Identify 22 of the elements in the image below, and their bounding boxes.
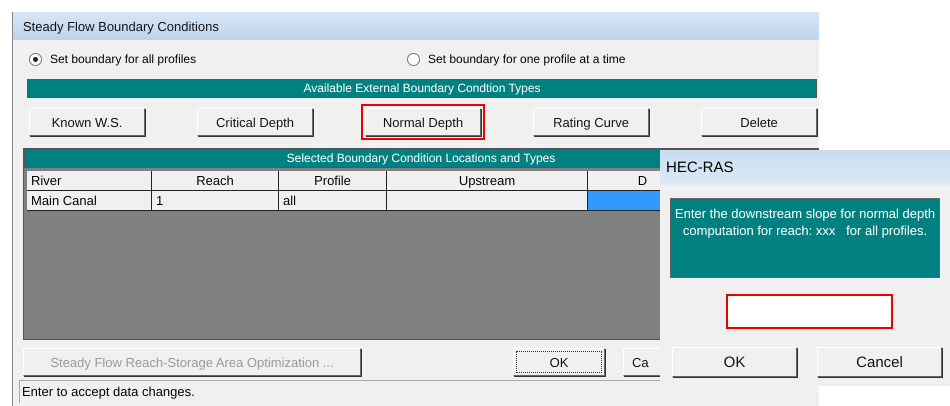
window-title: Steady Flow Boundary Conditions xyxy=(13,12,819,40)
table-cell[interactable]: Main Canal xyxy=(27,191,152,211)
table-cell[interactable] xyxy=(387,191,588,211)
dialog-cancel-button[interactable]: Cancel xyxy=(817,347,942,377)
radio-label: Set boundary for one profile at a time xyxy=(428,52,626,66)
radio-button[interactable] xyxy=(407,52,420,66)
dialog-title: HEC-RAS xyxy=(660,150,950,185)
ok-button[interactable]: OK xyxy=(513,348,605,376)
column-header: River xyxy=(27,171,152,191)
type-button[interactable]: Normal Depth xyxy=(361,104,485,140)
table-cell[interactable]: all xyxy=(279,191,387,211)
column-header: Profile xyxy=(279,171,387,191)
section-header: Available External Boundary Condtion Types xyxy=(27,79,817,98)
table-cell[interactable]: 1 xyxy=(152,191,279,211)
partial-button[interactable]: Ca xyxy=(623,348,663,376)
radio-label: Set boundary for all profiles xyxy=(50,52,196,66)
dialog-message: Enter the downstream slope for normal depth computation for reach: xxx for all profiles. xyxy=(670,198,940,278)
slope-input[interactable] xyxy=(726,294,893,329)
dialog-ok-button[interactable]: OK xyxy=(672,347,797,377)
column-header: Upstream xyxy=(387,171,588,191)
column-header: Reach xyxy=(152,171,279,191)
radio-button[interactable] xyxy=(29,52,42,66)
